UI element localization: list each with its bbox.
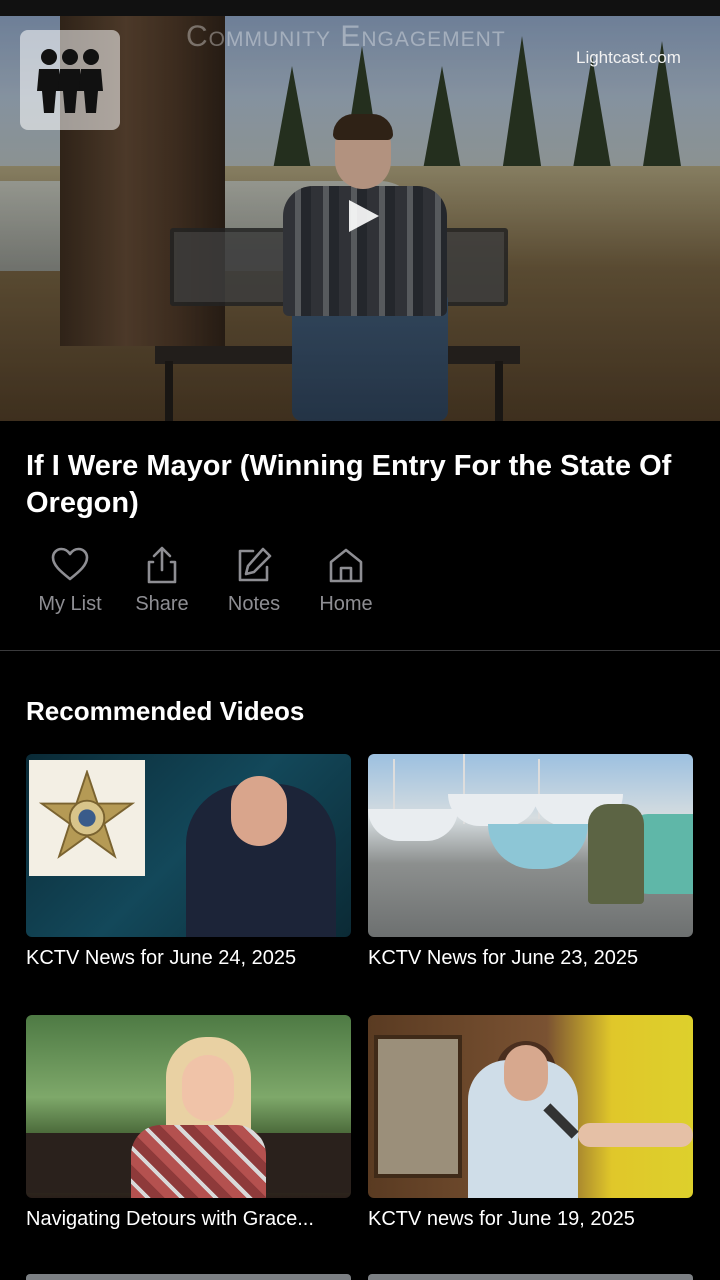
- brand-watermark: Lightcast.com: [576, 48, 681, 67]
- edit-icon: [238, 547, 272, 582]
- video-card-title: KCTV News for June 23, 2025: [368, 947, 639, 969]
- recommended-heading: Recommended Videos: [26, 696, 305, 726]
- video-player[interactable]: Community Engagement Lightcast.com: [0, 16, 720, 421]
- home-button[interactable]: Home: [300, 545, 392, 616]
- video-thumbnail[interactable]: [368, 754, 693, 937]
- divider: [0, 650, 720, 651]
- video-card[interactable]: KCTV News for June 24, 2025: [26, 754, 351, 970]
- notes-button[interactable]: Notes: [208, 545, 300, 616]
- video-title: If I Were Mayor (Winning Entry For the S…: [26, 450, 672, 519]
- heart-icon: [51, 547, 89, 581]
- video-card[interactable]: KCTV news for June 19, 2025: [368, 1015, 693, 1231]
- video-thumbnail[interactable]: [26, 1015, 351, 1198]
- my-list-label: My List: [38, 593, 102, 615]
- video-card-title: Navigating Detours with Grace...: [26, 1208, 314, 1230]
- home-icon: [329, 548, 363, 583]
- play-icon[interactable]: [343, 196, 383, 236]
- status-bar: [0, 0, 720, 16]
- home-label: Home: [319, 593, 373, 615]
- channel-logo[interactable]: [20, 30, 120, 130]
- video-thumbnail-peek[interactable]: [26, 1274, 351, 1280]
- my-list-button[interactable]: My List: [24, 545, 116, 616]
- video-thumbnail[interactable]: [26, 754, 351, 937]
- video-thumbnail-peek[interactable]: [368, 1274, 693, 1280]
- video-card-title: KCTV News for June 24, 2025: [26, 947, 297, 969]
- video-card-title: KCTV news for June 19, 2025: [368, 1208, 635, 1230]
- hero-overlay-title: Community Engagement: [186, 20, 506, 53]
- share-label: Share: [135, 593, 189, 615]
- video-thumbnail[interactable]: [368, 1015, 693, 1198]
- notes-label: Notes: [227, 593, 281, 615]
- video-card[interactable]: KCTV News for June 23, 2025: [368, 754, 693, 970]
- sheriff-badge-icon: [39, 770, 135, 859]
- share-button[interactable]: Share: [116, 545, 208, 616]
- people-group-icon: [37, 49, 103, 113]
- video-card[interactable]: Navigating Detours with Grace...: [26, 1015, 351, 1231]
- share-icon: [147, 546, 177, 584]
